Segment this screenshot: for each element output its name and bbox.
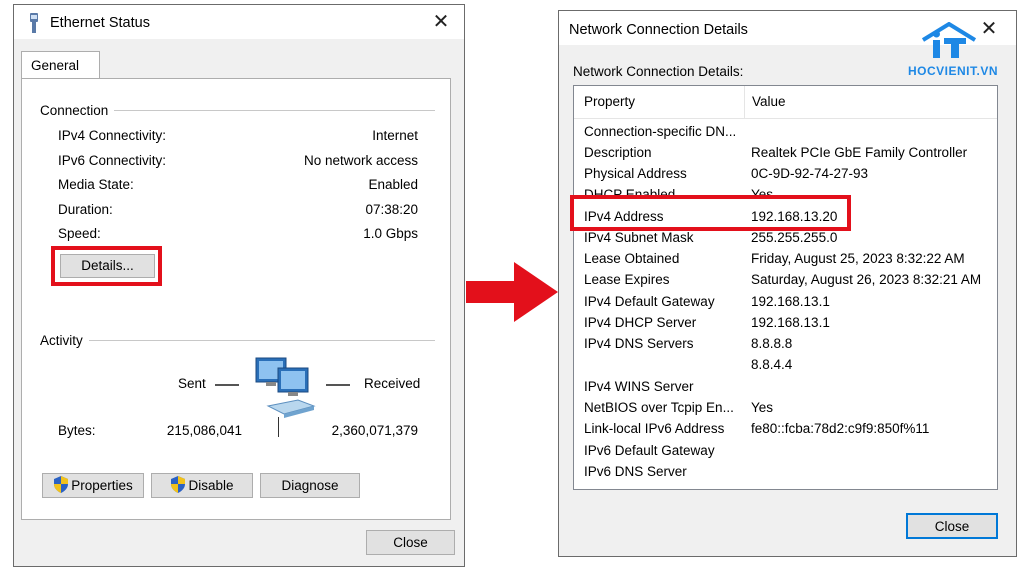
property-cell: Description [584,145,652,160]
value-cell: Yes [751,400,774,415]
received-label: Received [364,376,421,391]
value-cell: Saturday, August 26, 2023 8:32:21 AM [751,272,982,287]
list-item[interactable]: Link-local IPv6 Address fe80::fcba:78d2:c… [574,419,997,440]
property-cell: IPv4 Default Gateway [584,294,715,309]
bytes-sent-value: 215,086,041 [166,423,242,438]
window-title: Network Connection Details [569,22,748,38]
property-cell: Lease Obtained [584,251,680,266]
close-button[interactable]: Close [366,530,455,555]
ipv4-connectivity-value: Internet [372,128,418,143]
network-computers-icon [255,357,316,418]
property-cell: NetBIOS over Tcpip En... [584,400,734,415]
value-cell: 8.8.8.8 [751,336,793,351]
highlight-box-ipv4 [570,195,851,231]
close-icon[interactable]: ✕ [430,11,452,33]
divider [42,340,435,341]
property-cell: Lease Expires [584,272,670,287]
section-label: Network Connection Details: [573,64,744,79]
ethernet-status-window: Ethernet Status ✕ General Connection IPv… [13,4,465,567]
general-panel: Connection IPv4 Connectivity: Internet I… [21,78,451,520]
shield-icon [171,476,186,493]
hocvienit-logo: HOCVIENIT.VN [897,22,1009,82]
details-list[interactable]: Property Value Connection-specific DN...… [573,85,998,490]
logo-mark-icon [921,22,977,58]
ethernet-icon [30,13,38,33]
title-bar: Ethernet Status ✕ [14,5,464,39]
list-header: Property Value [574,86,997,119]
speed-label: Speed: [58,226,101,241]
property-cell: IPv6 DNS Server [584,464,687,479]
column-header-value[interactable]: Value [752,94,786,109]
list-item[interactable]: Physical Address 0C-9D-92-74-27-93 [574,164,997,185]
list-item[interactable]: IPv6 DNS Server [574,462,997,483]
list-item[interactable]: IPv4 Subnet Mask 255.255.255.0 [574,228,997,249]
disable-label: Disable [188,478,234,493]
value-cell: 8.8.4.4 [751,357,793,372]
value-cell: 192.168.13.1 [751,294,830,309]
column-header-property[interactable]: Property [584,94,635,109]
sent-dash [215,384,239,386]
column-divider[interactable] [744,86,745,119]
diagnose-button[interactable]: Diagnose [260,473,360,498]
properties-button[interactable]: Properties [42,473,144,498]
list-item[interactable]: IPv4 Default Gateway 192.168.13.1 [574,292,997,313]
disable-button[interactable]: Disable [151,473,253,498]
window-title: Ethernet Status [50,15,150,31]
network-connection-details-window: Network Connection Details ✕ Network Con… [558,10,1017,557]
received-dash [326,384,350,386]
value-cell: 192.168.13.1 [751,315,830,330]
value-cell: 255.255.255.0 [751,230,838,245]
property-cell: Connection-specific DN... [584,124,737,139]
bytes-received-value: 2,360,071,379 [331,423,418,438]
duration-label: Duration: [58,202,113,217]
list-item[interactable]: Lease Obtained Friday, August 25, 2023 8:… [574,249,997,270]
list-item[interactable]: NetBIOS over Tcpip En... Yes [574,398,997,419]
list-item[interactable]: 8.8.4.4 [574,355,997,376]
list-item[interactable]: IPv4 DHCP Server 192.168.13.1 [574,313,997,334]
property-cell: Physical Address [584,166,687,181]
tab-general[interactable]: General [21,51,100,79]
value-cell: Realtek PCIe GbE Family Controller [751,145,968,160]
ipv4-connectivity-label: IPv4 Connectivity: [58,128,167,143]
property-cell: IPv6 Default Gateway [584,443,715,458]
separator [278,417,279,437]
arrow-right-icon [466,262,558,322]
property-cell: IPv4 DNS Servers [584,336,694,351]
bytes-label: Bytes: [58,423,96,438]
sent-label: Sent [178,376,206,391]
activity-group-label: Activity [40,333,89,348]
connection-group-label: Connection [40,103,115,118]
speed-value: 1.0 Gbps [363,226,418,241]
media-state-label: Media State: [58,177,134,192]
media-state-value: Enabled [368,177,418,192]
properties-label: Properties [71,478,133,493]
list-item[interactable]: IPv4 WINS Server [574,377,997,398]
highlight-box-details [51,246,162,286]
logo-text: HOCVIENIT.VN [907,64,998,78]
value-cell: 0C-9D-92-74-27-93 [751,166,869,181]
property-cell: IPv4 WINS Server [584,379,694,394]
list-item[interactable]: Description Realtek PCIe GbE Family Contr… [574,143,997,164]
list-item[interactable]: IPv4 DNS Servers 8.8.8.8 [574,334,997,355]
property-cell: IPv4 DHCP Server [584,315,697,330]
close-button[interactable]: Close [906,513,998,539]
ipv6-connectivity-label: IPv6 Connectivity: [58,153,167,168]
property-cell: IPv4 Subnet Mask [584,230,694,245]
value-cell: fe80::fcba:78d2:c9f9:850f%11 [751,421,930,436]
property-cell: Link-local IPv6 Address [584,421,725,436]
ipv6-connectivity-value: No network access [303,153,418,168]
shield-icon [54,476,69,493]
list-item[interactable]: IPv6 Default Gateway [574,441,997,462]
list-item[interactable]: Lease Expires Saturday, August 26, 2023 8… [574,270,997,291]
list-item[interactable]: Connection-specific DN... [574,122,997,143]
value-cell: Friday, August 25, 2023 8:32:22 AM [751,251,965,266]
duration-value: 07:38:20 [365,202,418,217]
